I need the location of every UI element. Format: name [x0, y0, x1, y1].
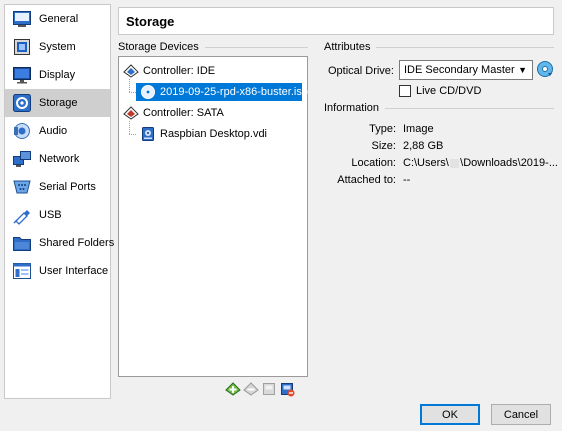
caption-divider — [204, 46, 308, 48]
serial-port-icon — [12, 177, 32, 197]
sidebar-item-system[interactable]: System — [5, 33, 110, 61]
page-title: Storage — [118, 7, 554, 35]
sidebar-item-network[interactable]: Network — [5, 145, 110, 173]
location-value: C:\Users\ \Downloads\2019-... — [403, 157, 558, 169]
sidebar-item-display[interactable]: Display — [5, 61, 110, 89]
information-caption: Information — [324, 102, 554, 114]
sidebar-item-user-interface[interactable]: User Interface — [5, 257, 110, 285]
attached-to-value: -- — [403, 174, 411, 186]
sidebar-item-label: USB — [39, 209, 62, 221]
tree-guide-line — [129, 92, 136, 93]
add-controller-icon[interactable] — [261, 381, 277, 397]
system-chip-icon — [12, 37, 32, 57]
storage-tree[interactable]: Controller: IDE 2019-09-25-rpd-x86-buste… — [118, 56, 308, 377]
tree-attachment-vdi[interactable]: Raspbian Desktop.vdi — [136, 125, 267, 143]
storage-devices-caption-text: Storage Devices — [118, 41, 199, 53]
sidebar-item-label: Shared Folders — [39, 237, 115, 249]
sidebar-item-label: General — [39, 13, 79, 25]
tree-controller-label: Controller: IDE — [143, 65, 216, 77]
redacted-username — [449, 158, 460, 168]
location-prefix: C:\Users\ — [403, 157, 449, 169]
usb-plug-icon — [12, 205, 32, 225]
choose-disk-button[interactable] — [536, 60, 554, 78]
attached-to-label: Attached to: — [337, 174, 396, 186]
type-value: Image — [403, 123, 434, 135]
attributes-caption-text: Attributes — [324, 41, 371, 53]
audio-speaker-icon — [12, 121, 32, 141]
live-cd-checkbox[interactable] — [399, 85, 411, 97]
sidebar-item-audio[interactable]: Audio — [5, 117, 110, 145]
sidebar-item-label: System — [39, 41, 76, 53]
hard-disk-icon — [140, 126, 156, 142]
caption-divider — [385, 107, 554, 109]
sidebar-item-label: User Interface — [39, 265, 109, 277]
tree-guide-line — [129, 121, 130, 134]
optical-disc-menu-icon — [537, 61, 553, 77]
network-icon — [12, 149, 32, 169]
settings-sidebar: General System Display Storage Audio Net… — [4, 4, 114, 399]
live-cd-row: Live CD/DVD — [399, 85, 481, 97]
tree-controller-ide[interactable]: Controller: IDE — [123, 62, 215, 80]
sidebar-item-serial-ports[interactable]: Serial Ports — [5, 173, 110, 201]
type-label: Type: — [369, 123, 396, 135]
sidebar-item-shared-folders[interactable]: Shared Folders — [5, 229, 114, 257]
sidebar-item-label: Serial Ports — [39, 181, 96, 193]
sidebar-item-label: Network — [39, 153, 80, 165]
location-label: Location: — [351, 157, 396, 169]
tree-attachment-label: Raspbian Desktop.vdi — [160, 128, 268, 140]
add-attachment-icon[interactable] — [225, 381, 241, 397]
tree-guide-line — [129, 134, 136, 135]
storage-tree-toolbar — [225, 381, 297, 397]
sidebar-item-label: Audio — [39, 125, 68, 137]
chevron-down-icon: ▼ — [518, 65, 527, 75]
sidebar-item-storage[interactable]: Storage — [5, 89, 110, 117]
information-caption-text: Information — [324, 102, 380, 114]
location-suffix: \Downloads\2019-... — [460, 157, 558, 169]
optical-drive-label: Optical Drive: — [327, 65, 394, 77]
live-cd-label[interactable]: Live CD/DVD — [416, 85, 481, 97]
cancel-button[interactable]: Cancel — [491, 404, 551, 425]
tree-attachment-iso[interactable]: 2019-09-25-rpd-x86-buster.iso — [136, 83, 308, 101]
ide-controller-icon — [123, 63, 139, 79]
optical-drive-select-value: IDE Secondary Master — [404, 64, 515, 76]
sata-controller-icon — [123, 105, 139, 121]
size-value: 2,88 GB — [403, 140, 444, 152]
sidebar-item-general[interactable]: General — [5, 5, 110, 33]
attributes-caption: Attributes — [324, 41, 554, 53]
general-icon — [12, 9, 32, 29]
ok-button[interactable]: OK — [420, 404, 480, 425]
sidebar-item-label: Storage — [39, 97, 78, 109]
size-label: Size: — [371, 140, 396, 152]
tree-controller-label: Controller: SATA — [143, 107, 224, 119]
caption-divider — [376, 46, 554, 48]
optical-drive-select[interactable]: IDE Secondary Master ▼ — [399, 60, 533, 80]
storage-icon — [12, 93, 32, 113]
sidebar-item-usb[interactable]: USB — [5, 201, 110, 229]
storage-devices-caption: Storage Devices — [118, 41, 308, 53]
tree-controller-sata[interactable]: Controller: SATA — [123, 104, 224, 122]
user-interface-icon — [12, 261, 32, 281]
remove-attachment-icon[interactable] — [243, 381, 259, 397]
remove-controller-icon[interactable] — [279, 381, 295, 397]
shared-folder-icon — [12, 233, 32, 253]
display-monitor-icon — [12, 65, 32, 85]
tree-guide-line — [129, 79, 130, 92]
sidebar-item-label: Display — [39, 69, 76, 81]
tree-attachment-label: 2019-09-25-rpd-x86-buster.iso — [160, 86, 308, 98]
optical-disc-icon — [140, 84, 156, 100]
